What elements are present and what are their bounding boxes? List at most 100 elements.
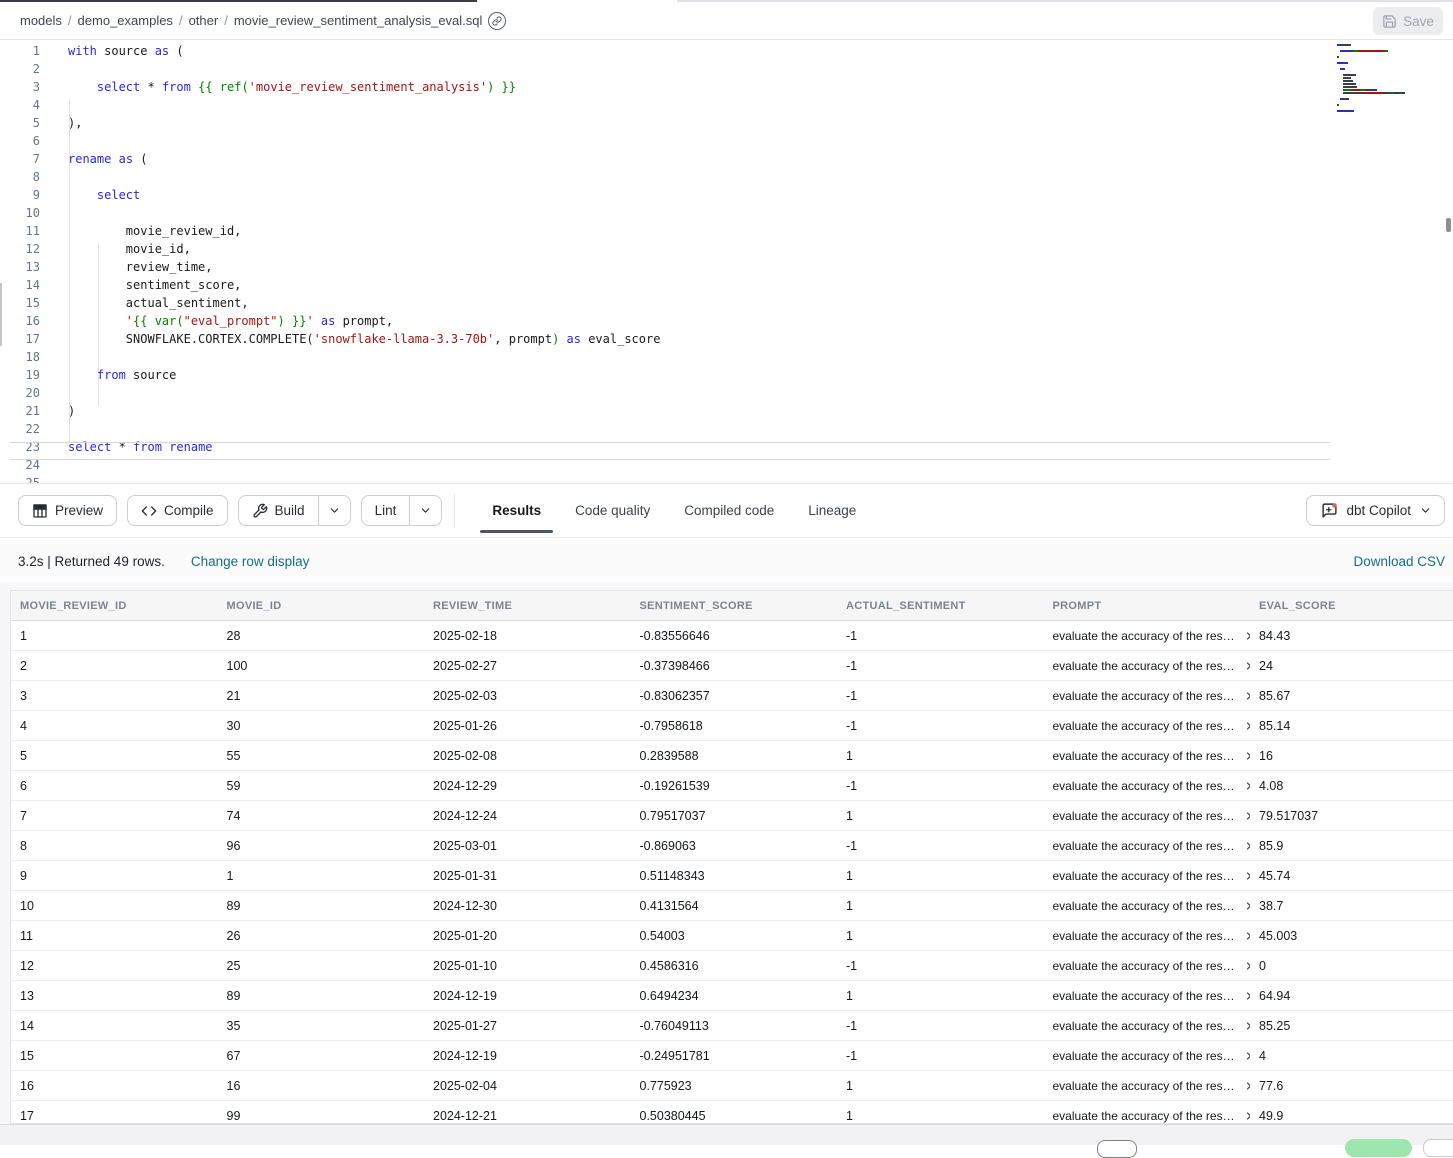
code-editor[interactable]: 1with source as (23 select * from {{ ref… — [0, 40, 1453, 483]
code-line[interactable]: 5), — [0, 114, 1340, 132]
expand-prompt-icon[interactable] — [1243, 690, 1250, 702]
code-line[interactable]: 20 — [0, 384, 1340, 402]
prompt-cell: evaluate the accuracy of the res… — [1044, 1109, 1251, 1123]
code-line[interactable]: 23select * from rename — [0, 438, 1340, 456]
code-line[interactable]: 17 SNOWFLAKE.CORTEX.COMPLETE('snowflake-… — [0, 330, 1340, 348]
expand-prompt-icon[interactable] — [1243, 720, 1250, 732]
expand-prompt-icon[interactable] — [1243, 1050, 1250, 1062]
code-line[interactable]: 24 — [0, 456, 1340, 474]
code-line[interactable]: 21) — [0, 402, 1340, 420]
bottom-green-pill[interactable] — [1345, 1139, 1412, 1157]
code-line[interactable]: 9 select — [0, 186, 1340, 204]
review-time-cell: 2025-01-26 — [424, 719, 631, 733]
breadcrumb-item[interactable]: other — [189, 13, 219, 28]
code-line[interactable]: 12 movie_id, — [0, 240, 1340, 258]
code-line[interactable]: 4 — [0, 96, 1340, 114]
tab-results[interactable]: Results — [480, 484, 553, 537]
change-row-display-link[interactable]: Change row display — [191, 554, 310, 569]
review-time-cell: 2025-01-31 — [424, 869, 631, 883]
preview-button[interactable]: Preview — [18, 495, 117, 526]
tab-lineage[interactable]: Lineage — [796, 484, 868, 537]
editor-minimap[interactable] — [1333, 44, 1445, 119]
expand-prompt-icon[interactable] — [1243, 990, 1250, 1002]
movie-review-id-cell: 7 — [11, 809, 218, 823]
expand-prompt-icon[interactable] — [1243, 870, 1250, 882]
eval-score-cell: 77.6 — [1250, 1079, 1453, 1093]
dbt-copilot-button[interactable]: dbt Copilot — [1306, 495, 1445, 526]
save-icon — [1382, 14, 1397, 29]
movie-review-id-cell: 15 — [11, 1049, 218, 1063]
build-dropdown-button[interactable] — [318, 496, 350, 525]
movie-id-cell: 28 — [218, 629, 425, 643]
sentiment-score-cell: 0.4586316 — [631, 959, 838, 973]
expand-prompt-icon[interactable] — [1243, 840, 1250, 852]
action-toolbar: Preview Compile Build L — [0, 483, 1453, 538]
movie-review-id-cell: 1 — [11, 629, 218, 643]
expand-prompt-icon[interactable] — [1243, 1110, 1250, 1122]
build-button[interactable]: Build — [239, 496, 318, 525]
review-time-cell: 2024-12-30 — [424, 899, 631, 913]
review-time-cell: 2025-02-18 — [424, 629, 631, 643]
movie-review-id-cell: 8 — [11, 839, 218, 853]
code-line[interactable]: 13 review_time, — [0, 258, 1340, 276]
movie-review-id-cell: 13 — [11, 989, 218, 1003]
expand-prompt-icon[interactable] — [1243, 630, 1250, 642]
code-line[interactable]: 1with source as ( — [0, 42, 1340, 60]
code-line[interactable]: 15 actual_sentiment, — [0, 294, 1340, 312]
panel-resize-handle[interactable] — [0, 283, 2, 346]
lint-label: Lint — [375, 503, 397, 518]
prompt-cell: evaluate the accuracy of the res… — [1044, 989, 1251, 1003]
bottom-partial-button[interactable] — [1423, 1139, 1453, 1157]
code-line[interactable]: 10 — [0, 204, 1340, 222]
copy-link-icon[interactable] — [488, 12, 506, 30]
tab-code-quality-label: Code quality — [575, 503, 650, 518]
expand-prompt-icon[interactable] — [1243, 810, 1250, 822]
expand-prompt-icon[interactable] — [1243, 900, 1250, 912]
line-number: 11 — [0, 222, 40, 240]
chevron-down-icon — [1419, 504, 1432, 517]
code-line[interactable]: 3 select * from {{ ref('movie_review_sen… — [0, 78, 1340, 96]
table-row: 3212025-02-03-0.83062357-1evaluate the a… — [11, 681, 1453, 711]
expand-prompt-icon[interactable] — [1243, 660, 1250, 672]
tab-compiled-code[interactable]: Compiled code — [672, 484, 786, 537]
code-line[interactable]: 18 — [0, 348, 1340, 366]
editor-scrollbar-thumb[interactable] — [1446, 218, 1451, 232]
expand-prompt-icon[interactable] — [1243, 1080, 1250, 1092]
line-number: 7 — [0, 150, 40, 168]
prompt-text: evaluate the accuracy of the res… — [1053, 1049, 1235, 1063]
code-line[interactable]: 16 '{{ var("eval_prompt") }}' as prompt, — [0, 312, 1340, 330]
code-line[interactable]: 22 — [0, 420, 1340, 438]
expand-prompt-icon[interactable] — [1243, 930, 1250, 942]
column-header: EVAL_SCORE — [1250, 600, 1453, 612]
lint-dropdown-button[interactable] — [409, 496, 441, 525]
download-csv-link[interactable]: Download CSV — [1353, 554, 1447, 569]
code-line[interactable]: 6 — [0, 132, 1340, 150]
code-line[interactable]: 8 — [0, 168, 1340, 186]
breadcrumb-item[interactable]: movie_review_sentiment_analysis_eval.sql — [234, 13, 483, 28]
bottom-partial-button[interactable] — [1097, 1140, 1137, 1158]
tab-code-quality[interactable]: Code quality — [563, 484, 662, 537]
actual-sentiment-cell: -1 — [837, 719, 1044, 733]
code-line[interactable]: 19 from source — [0, 366, 1340, 384]
expand-prompt-icon[interactable] — [1243, 1020, 1250, 1032]
code-line[interactable]: 11 movie_review_id, — [0, 222, 1340, 240]
movie-review-id-cell: 11 — [11, 929, 218, 943]
eval-score-cell: 85.25 — [1250, 1019, 1453, 1033]
lint-button[interactable]: Lint — [362, 496, 410, 525]
prompt-cell: evaluate the accuracy of the res… — [1044, 749, 1251, 763]
code-line[interactable]: 25 — [0, 474, 1340, 483]
expand-prompt-icon[interactable] — [1243, 750, 1250, 762]
code-line[interactable]: 7rename as ( — [0, 150, 1340, 168]
column-header: REVIEW_TIME — [424, 600, 631, 612]
expand-prompt-icon[interactable] — [1243, 780, 1250, 792]
eval-score-cell: 24 — [1250, 659, 1453, 673]
expand-prompt-icon[interactable] — [1243, 960, 1250, 972]
compile-button[interactable]: Compile — [127, 495, 228, 526]
actual-sentiment-cell: -1 — [837, 959, 1044, 973]
code-line[interactable]: 14 sentiment_score, — [0, 276, 1340, 294]
actual-sentiment-cell: 1 — [837, 869, 1044, 883]
save-button[interactable]: Save — [1373, 7, 1443, 35]
breadcrumb-item[interactable]: demo_examples — [78, 13, 173, 28]
breadcrumb-item[interactable]: models — [20, 13, 62, 28]
code-line[interactable]: 2 — [0, 60, 1340, 78]
